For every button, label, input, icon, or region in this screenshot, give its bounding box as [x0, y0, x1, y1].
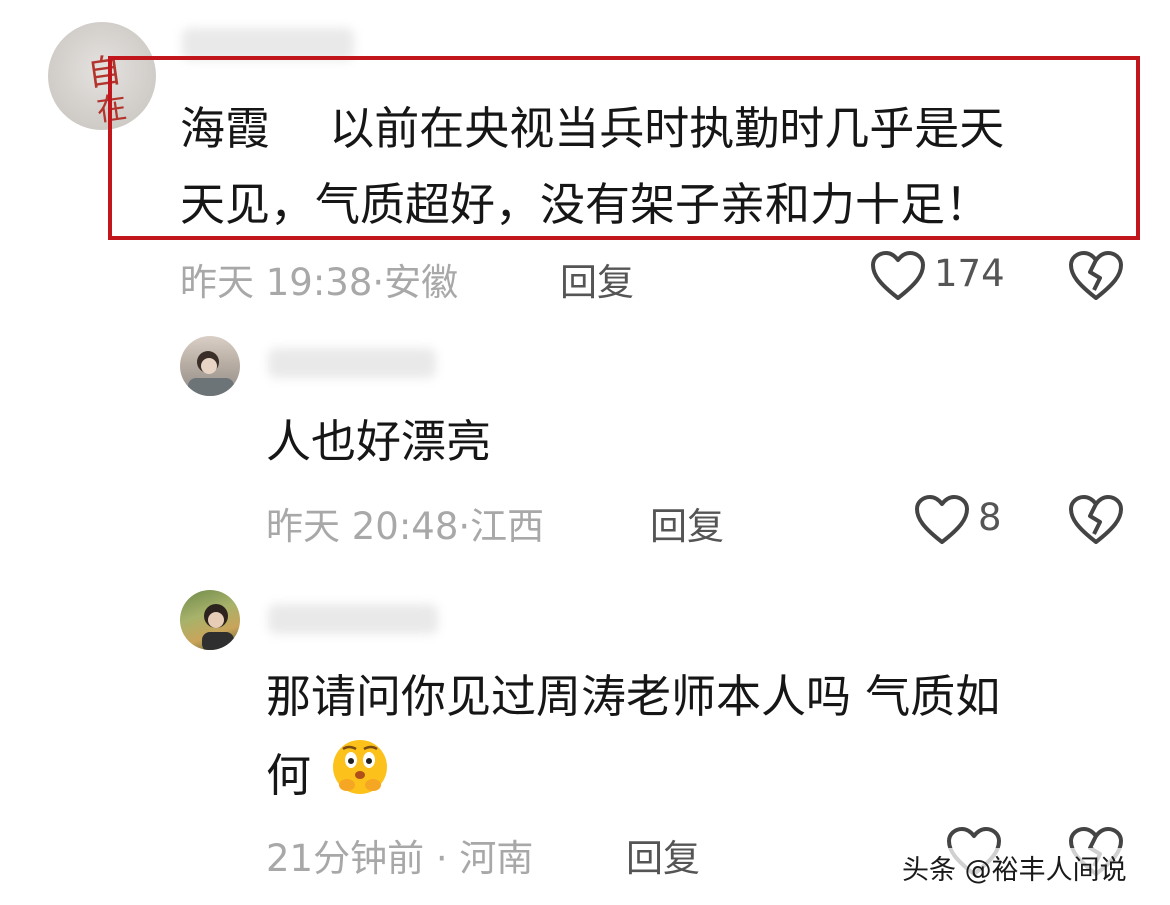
person-photo-icon — [188, 351, 234, 396]
person-photo-icon — [202, 604, 234, 650]
avatar[interactable] — [180, 590, 240, 650]
like-count: 8 — [978, 496, 1002, 539]
like-count: 174 — [934, 252, 1005, 295]
broken-heart-icon[interactable] — [1068, 494, 1124, 546]
timestamp: 21分钟前 — [266, 837, 425, 880]
meta-separator: · — [372, 261, 385, 304]
comment-text-line-2: 何 — [266, 736, 391, 822]
location: 河南 — [459, 837, 534, 880]
comment-meta: 昨天 19:38·安徽 — [180, 252, 458, 306]
username-blurred[interactable] — [268, 604, 438, 634]
location: 江西 — [470, 505, 545, 548]
reply-button[interactable]: 回复 — [650, 496, 724, 550]
comment-text-line-1: 海霞 以前在央视当兵时执勤时几乎是天 — [180, 102, 1005, 155]
timestamp: 昨天 20:48 — [266, 505, 459, 548]
comment-meta: 昨天 20:48·江西 — [266, 496, 544, 550]
heart-icon[interactable] — [914, 494, 970, 546]
avatar[interactable] — [180, 336, 240, 396]
comment-meta: 21分钟前 · 河南 — [266, 828, 533, 882]
broken-heart-icon[interactable] — [1068, 250, 1124, 302]
watermark: 头条 @裕丰人间说 — [898, 848, 1131, 887]
meta-separator: · — [458, 505, 471, 548]
reply-button[interactable]: 回复 — [560, 252, 634, 306]
comment-text-line-1: 那请问你见过周涛老师本人吗 气质如 — [266, 670, 1001, 723]
location: 安徽 — [384, 261, 459, 304]
comment-text-tail: 何 — [266, 749, 312, 802]
heart-icon[interactable] — [870, 250, 926, 302]
meta-separator: · — [435, 837, 448, 880]
reply-button[interactable]: 回复 — [626, 828, 700, 882]
comment-text-line-1: 人也好漂亮 — [266, 415, 492, 468]
timestamp: 昨天 19:38 — [180, 261, 373, 304]
thinking-face-emoji-icon — [329, 736, 391, 822]
username-blurred[interactable] — [268, 348, 436, 378]
comment-text-line-2: 天见，气质超好，没有架子亲和力十足！ — [180, 178, 991, 231]
